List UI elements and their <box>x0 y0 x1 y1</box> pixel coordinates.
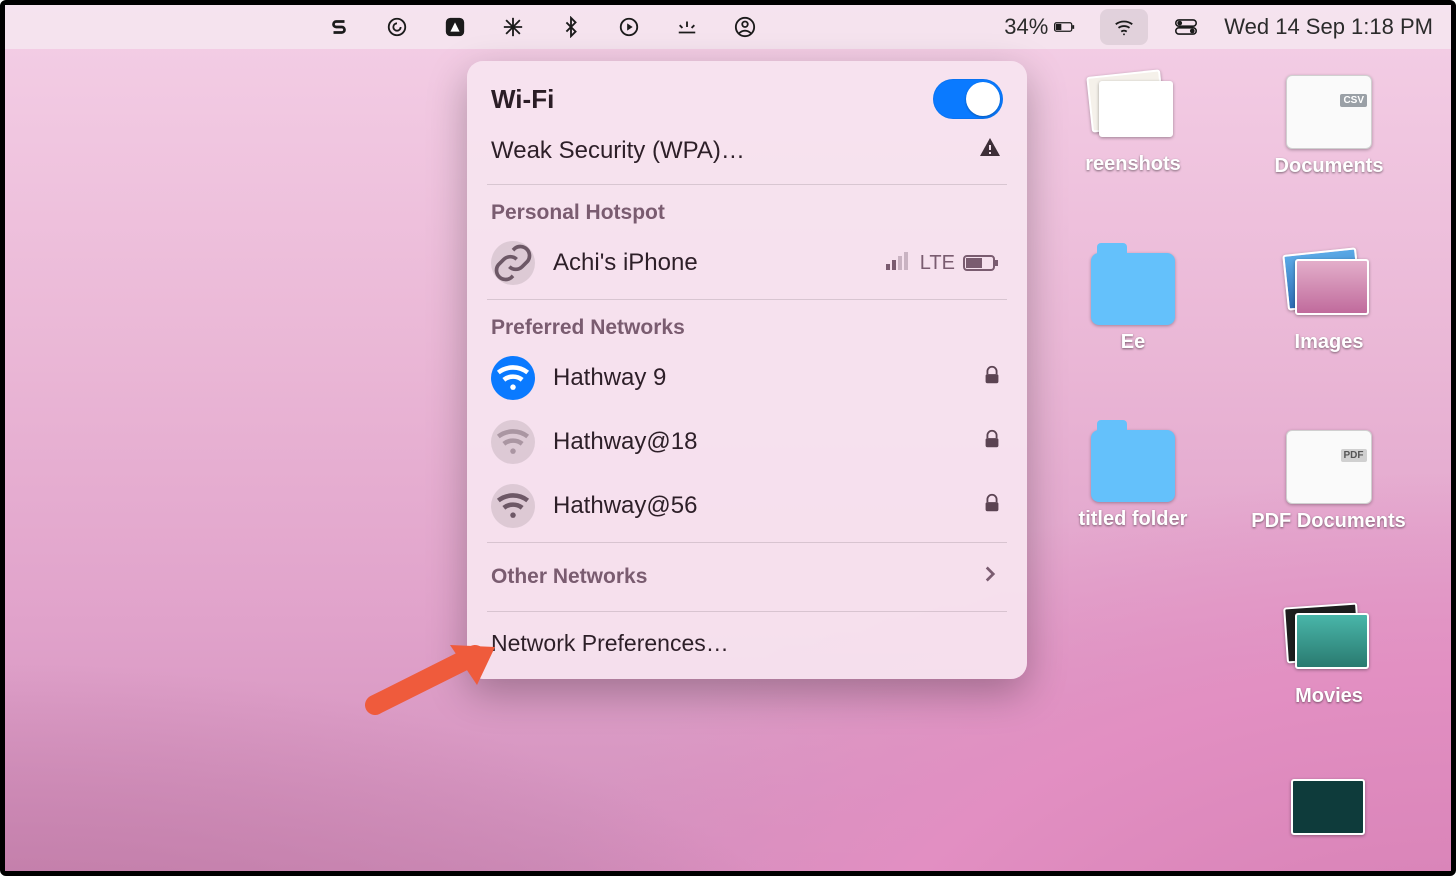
network-row-hathway56[interactable]: Hathway@56 <box>467 474 1027 538</box>
movies-thumb <box>1287 607 1371 679</box>
network-name: Hathway@56 <box>553 492 697 520</box>
lock-icon <box>981 492 1003 521</box>
icon-caption: Images <box>1295 331 1364 354</box>
battery-percent: 34% <box>1004 14 1048 40</box>
wifi-toggle[interactable] <box>933 79 1003 119</box>
network-name: Hathway 9 <box>553 364 666 392</box>
network-row-hathway9[interactable]: Hathway 9 <box>467 346 1027 410</box>
wifi-icon <box>491 484 535 528</box>
icon-caption: Documents <box>1275 155 1384 178</box>
grammarly-icon[interactable] <box>383 13 411 41</box>
hotspot-battery-icon <box>963 253 1003 273</box>
network-row-hathway18[interactable]: Hathway@18 <box>467 410 1027 474</box>
hotspot-section-header: Personal Hotspot <box>467 189 1027 231</box>
desktop-icon-untitled-folder[interactable]: titled folder <box>1053 430 1213 531</box>
desktop-icon-movies[interactable]: Movies <box>1249 607 1409 708</box>
folder-thumb <box>1091 253 1175 325</box>
lock-icon <box>981 364 1003 393</box>
icon-caption: Ee <box>1121 331 1145 354</box>
wifi-weak-security-row[interactable]: Weak Security (WPA)… <box>467 127 1027 180</box>
divider <box>487 611 1007 612</box>
desktop-icon-documents[interactable]: CSV Documents <box>1249 75 1409 178</box>
menubar-left <box>5 13 980 41</box>
screenshots-thumb <box>1091 75 1175 147</box>
other-networks-row[interactable]: Other Networks <box>467 547 1027 607</box>
toggle-knob <box>966 82 1000 116</box>
hotspot-row[interactable]: Achi's iPhone LTE <box>467 231 1027 295</box>
desktop-icon-ee[interactable]: Ee <box>1053 253 1213 354</box>
desktop-icon-extra[interactable] <box>1249 775 1409 847</box>
app-s-icon[interactable] <box>325 13 353 41</box>
wifi-icon <box>491 356 535 400</box>
chevron-right-icon <box>977 561 1003 593</box>
icon-caption: PDF Documents <box>1251 510 1405 533</box>
network-name: Hathway@18 <box>553 428 697 456</box>
documents-thumb: CSV <box>1286 75 1372 149</box>
warning-icon <box>977 135 1003 166</box>
wifi-dropdown-panel: Wi-Fi Weak Security (WPA)… Personal Hots… <box>467 61 1027 679</box>
battery-status[interactable]: 34% <box>1004 14 1076 40</box>
other-networks-label: Other Networks <box>491 565 647 589</box>
icon-caption: reenshots <box>1085 153 1181 176</box>
desktop-icon-images[interactable]: Images <box>1249 253 1409 354</box>
asterisk-icon[interactable] <box>499 13 527 41</box>
icon-caption: Movies <box>1295 685 1363 708</box>
divider <box>487 299 1007 300</box>
hotspot-name: Achi's iPhone <box>553 249 698 277</box>
desktop: 34% Wed 14 Sep 1:18 PM reenshots CSV Doc… <box>5 5 1451 871</box>
triangle-app-icon[interactable] <box>441 13 469 41</box>
network-preferences-row[interactable]: Network Preferences… <box>467 616 1027 669</box>
preferred-section-header: Preferred Networks <box>467 304 1027 346</box>
display-brightness-icon[interactable] <box>673 13 701 41</box>
icon-caption: titled folder <box>1079 508 1188 531</box>
wifi-title: Wi-Fi <box>491 84 554 115</box>
menubar: 34% Wed 14 Sep 1:18 PM <box>5 5 1451 49</box>
hotspot-badge: LTE <box>886 250 1003 276</box>
desktop-icon-pdf-documents[interactable]: PDF PDF Documents <box>1236 430 1421 533</box>
bluetooth-icon[interactable] <box>557 13 585 41</box>
folder-thumb <box>1091 430 1175 502</box>
extra-thumb <box>1287 775 1371 847</box>
lock-icon <box>981 428 1003 457</box>
user-account-icon[interactable] <box>731 13 759 41</box>
control-center-icon[interactable] <box>1172 13 1200 41</box>
pdf-thumb: PDF <box>1286 430 1372 504</box>
wifi-icon <box>491 420 535 464</box>
menubar-clock[interactable]: Wed 14 Sep 1:18 PM <box>1224 14 1433 40</box>
wifi-menubar-icon[interactable] <box>1100 9 1148 45</box>
divider <box>487 184 1007 185</box>
wifi-panel-header: Wi-Fi <box>467 61 1027 127</box>
hotspot-link-icon <box>491 241 535 285</box>
images-thumb <box>1287 253 1371 325</box>
signal-icon <box>886 250 912 276</box>
desktop-icon-screenshots[interactable]: reenshots <box>1053 75 1213 176</box>
weak-security-label: Weak Security (WPA)… <box>491 137 745 165</box>
network-preferences-label: Network Preferences… <box>491 630 729 656</box>
divider <box>487 542 1007 543</box>
hotspot-network-type: LTE <box>920 252 955 275</box>
play-circle-icon[interactable] <box>615 13 643 41</box>
